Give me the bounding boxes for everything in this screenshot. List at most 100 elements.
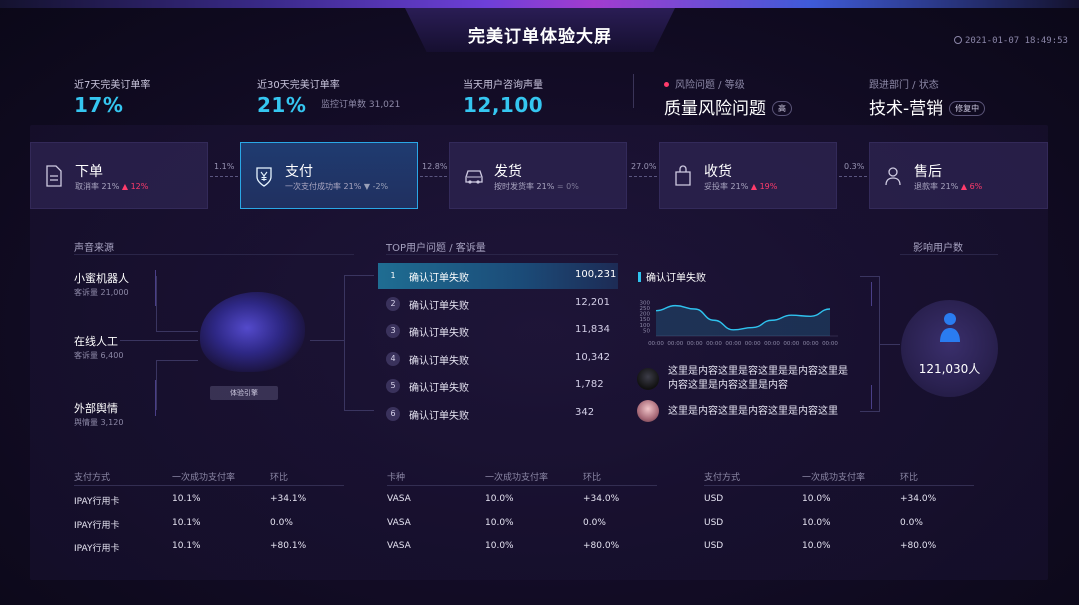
table-cell: 10.0% <box>485 517 514 528</box>
trend-up-icon: ▲ <box>750 182 758 191</box>
datetime: 2021-01-07 18:49:53 <box>954 36 1068 46</box>
rank-label: 确认订单失败 <box>409 328 469 339</box>
x-tick-label: 00:00 <box>783 341 799 347</box>
source-sub: 舆情量 3,120 <box>74 418 124 427</box>
step-rate-text: 按时发货率 21% <box>494 182 555 191</box>
step-connector-line <box>839 176 867 177</box>
step-name: 收货 <box>704 164 732 180</box>
kpi-label: 当天用户咨询声量 <box>463 80 543 91</box>
step-name: 售后 <box>914 164 942 180</box>
section-title-impact: 影响用户数 <box>913 243 963 254</box>
risk-level-badge: 高 <box>772 101 792 116</box>
table-cell: IPAY行用卡 <box>74 497 120 507</box>
rank-number: 5 <box>386 379 400 393</box>
table-divider <box>704 485 974 486</box>
trend-up-icon: ▲ <box>960 182 968 191</box>
section-title-sources: 声音来源 <box>74 243 114 254</box>
kpi-7day: 近7天完美订单率 17% <box>74 76 150 117</box>
dept-block: 跟进部门 / 状态 技术-营销 修复中 <box>869 76 986 119</box>
x-tick-label: 00:00 <box>745 341 761 347</box>
table-cell: USD <box>704 494 724 504</box>
clock-icon <box>954 36 962 44</box>
step-rate-text: 取消率 21% <box>75 182 120 191</box>
avatar <box>637 400 659 422</box>
step-change: 12% <box>130 182 149 191</box>
rank-number: 1 <box>390 271 396 280</box>
rank-value: 342 <box>575 406 595 418</box>
table-cell: IPAY行用卡 <box>74 520 120 531</box>
dept-value: 技术-营销 <box>869 99 944 119</box>
rank-number: 6 <box>386 406 400 421</box>
table-header: 卡种 <box>387 473 406 483</box>
table-header: 一次成功支付率 <box>802 473 866 483</box>
table-cell: 10.1% <box>172 494 201 504</box>
flow-bracket <box>344 275 374 411</box>
rank-row[interactable]: 1 确认订单失败 100,231 <box>378 263 618 289</box>
flow-line <box>156 360 198 410</box>
table-cell: USD <box>704 517 724 528</box>
chart-title: 确认订单失败 <box>638 269 706 284</box>
dept-label: 跟进部门 / 状态 <box>869 80 939 91</box>
datetime-text: 2021-01-07 18:49:53 <box>965 36 1068 46</box>
rank-row[interactable]: 4 确认订单失败 10,342 <box>378 346 618 372</box>
trend-up-icon: ▲ <box>121 182 129 191</box>
kpi-30day: 近30天完美订单率 21% 监控订单数 31,021 <box>257 76 400 117</box>
risk-value: 质量风险问题 <box>664 99 766 119</box>
x-tick-label: 00:00 <box>706 341 722 347</box>
source-sub: 客诉量 6,400 <box>74 351 124 360</box>
rank-label: 确认订单失败 <box>409 383 469 394</box>
step-rate-text: 退款率 21% <box>914 182 959 191</box>
kpi-label: 近30天完美订单率 <box>257 80 340 91</box>
step-order[interactable]: 下单 取消率 21% ▲ 12% <box>30 142 208 209</box>
kpi-value: 12,100 <box>463 93 544 117</box>
kpi-consult: 当天用户咨询声量 12,100 <box>463 76 543 117</box>
dashboard-screen: 完美订单体验大屏 2021-01-07 18:49:53 近7天完美订单率 17… <box>0 0 1079 605</box>
comment-text: 这里是内容这里是内容这里是内容这里 <box>668 406 838 417</box>
alert-dot-icon <box>664 82 669 87</box>
step-rate: 取消率 21% ▲ 12% <box>75 181 148 192</box>
rank-value: 10,342 <box>575 351 610 363</box>
table-cell: 0.0% <box>900 517 923 528</box>
table-header: 支付方式 <box>704 473 741 483</box>
comment-text: 这里是内容这里是容这里是是内容这里是内容这里是内容这里是内容 <box>668 366 848 391</box>
step-change: 6% <box>969 182 983 191</box>
rank-row[interactable]: 3 确认订单失败 11,834 <box>378 318 618 344</box>
table-header: 环比 <box>270 473 289 483</box>
table-cell: VASA <box>387 541 411 551</box>
flow-accent <box>155 270 156 306</box>
flow-line <box>156 276 198 332</box>
yen-shield-icon <box>256 167 272 187</box>
divider <box>633 74 634 108</box>
flow-line <box>310 340 344 341</box>
table-cell: 10.0% <box>485 541 514 551</box>
table-cell: 0.0% <box>583 517 606 528</box>
rank-row[interactable]: 2 确认订单失败 12,201 <box>378 291 618 317</box>
table-cell: 10.0% <box>802 517 831 528</box>
series-area <box>656 305 830 336</box>
flow-line <box>880 344 900 345</box>
risk-block: 风险问题 / 等级 质量风险问题高 <box>664 76 792 119</box>
step-name: 发货 <box>494 164 522 180</box>
source-sub: 客诉量 21,000 <box>74 288 129 297</box>
step-ship[interactable]: 发货 按时发货率 21% = 0% <box>449 142 627 209</box>
table-cell: +80.0% <box>583 541 620 551</box>
table-header: 环比 <box>900 473 919 483</box>
step-receive[interactable]: 收货 妥投率 21% ▲ 19% <box>659 142 837 209</box>
step-connector-line <box>420 176 447 177</box>
step-pay[interactable]: 支付 一次支付成功率 21% ▼ -2% <box>240 142 418 209</box>
rank-row[interactable]: 5 确认订单失败 1,782 <box>378 373 618 399</box>
table-cell: +34.0% <box>900 494 937 504</box>
rank-value: 100,231 <box>575 269 617 280</box>
divider <box>74 254 354 255</box>
step-connector-rate: 1.1% <box>214 162 235 171</box>
impact-value: 121,030人 <box>918 362 981 376</box>
table-header: 一次成功支付率 <box>172 473 236 483</box>
flow-line <box>120 340 198 341</box>
table-cell: 10.1% <box>172 541 201 551</box>
step-aftersale[interactable]: 售后 退款率 21% ▲ 6% <box>869 142 1048 209</box>
trend-chart: 3002502001501005000:00 00:00 00:00 00:00 00:… <box>640 300 839 347</box>
rank-value: 12,201 <box>575 296 610 308</box>
section-title-top: TOP用户问题 / 客诉量 <box>386 243 486 254</box>
rank-row[interactable]: 6 确认订单失败 342 <box>378 401 618 427</box>
rank-label: 确认订单失败 <box>409 355 469 367</box>
